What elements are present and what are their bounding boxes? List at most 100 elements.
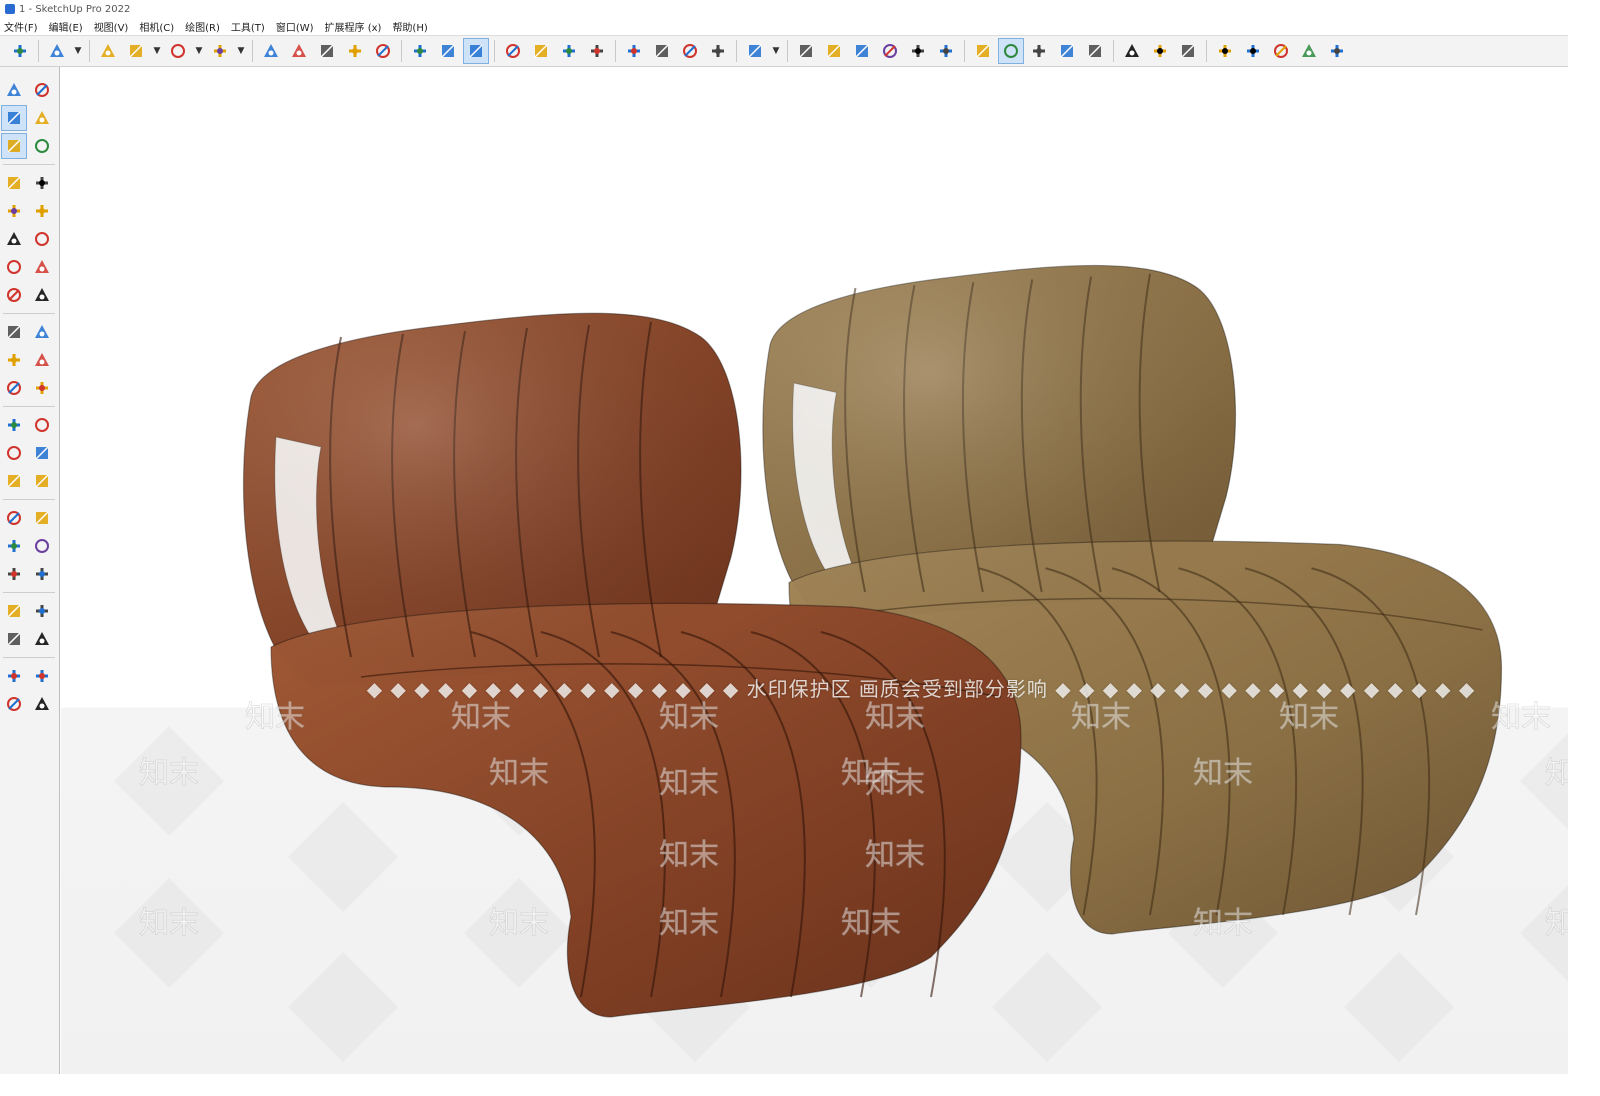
walk-tool[interactable] — [1, 626, 27, 652]
dropdown-arrow-icon[interactable]: ▼ — [72, 38, 84, 64]
layout-button[interactable] — [677, 38, 703, 64]
text-tool[interactable] — [29, 440, 55, 466]
send-to-layout-button[interactable] — [705, 38, 731, 64]
follow-me-tool[interactable] — [29, 347, 55, 373]
extension-tool[interactable] — [29, 663, 55, 689]
menu-extensions[interactable]: 扩展程序 (x) — [325, 19, 382, 34]
scenes-button[interactable] — [1026, 38, 1052, 64]
geo-button[interactable] — [1082, 38, 1108, 64]
tape-measure-tool[interactable] — [1, 412, 27, 438]
send-tool[interactable] — [29, 691, 55, 717]
paint-bucket-button[interactable] — [463, 38, 489, 64]
3d-text-tool[interactable] — [29, 468, 55, 494]
push-pull-button[interactable] — [258, 38, 284, 64]
section-plane-tool[interactable] — [29, 626, 55, 652]
share-button[interactable] — [1240, 38, 1266, 64]
info-button[interactable] — [1268, 38, 1294, 64]
arc-tool[interactable] — [1, 254, 27, 280]
account-button[interactable] — [742, 38, 768, 64]
axes-tool[interactable] — [1, 468, 27, 494]
pan-tool[interactable] — [29, 505, 55, 531]
texture-button[interactable] — [1147, 38, 1173, 64]
push-pull-tool[interactable] — [29, 319, 55, 345]
rectangle-tool[interactable] — [1, 198, 27, 224]
eraser-button[interactable] — [95, 38, 121, 64]
dropdown-arrow-icon[interactable]: ▼ — [235, 38, 247, 64]
zoom-button[interactable] — [7, 38, 33, 64]
add-location-button[interactable] — [1054, 38, 1080, 64]
zoom-window-tool[interactable] — [29, 533, 55, 559]
pan-button[interactable] — [528, 38, 554, 64]
orbit-tool[interactable] — [29, 77, 55, 103]
move-button[interactable] — [314, 38, 340, 64]
zoom-tool[interactable] — [1, 533, 27, 559]
orbit-tool[interactable] — [1, 505, 27, 531]
solid-tools-button[interactable] — [970, 38, 996, 64]
warehouse-button[interactable] — [621, 38, 647, 64]
zoom-extents-tool[interactable] — [1, 561, 27, 587]
menu-tools[interactable]: 工具(T) — [231, 19, 265, 34]
protractor-tool[interactable] — [1, 440, 27, 466]
orbit-button[interactable] — [500, 38, 526, 64]
scale-button[interactable] — [370, 38, 396, 64]
select-tool[interactable] — [1, 77, 27, 103]
dropdown-arrow-icon[interactable]: ▼ — [151, 38, 163, 64]
dropdown-arrow-icon[interactable]: ▼ — [770, 38, 782, 64]
rotate-button[interactable] — [342, 38, 368, 64]
rotated-rectangle-tool[interactable] — [29, 198, 55, 224]
previous-view-tool[interactable] — [29, 561, 55, 587]
menu-file[interactable]: 文件(F) — [4, 19, 38, 34]
pencil-tool[interactable] — [1, 170, 27, 196]
back-view-button[interactable] — [905, 38, 931, 64]
menu-window[interactable]: 窗口(W) — [276, 19, 314, 34]
cart-button[interactable] — [1296, 38, 1322, 64]
layout-tool[interactable] — [1, 691, 27, 717]
front-view-button[interactable] — [849, 38, 875, 64]
menu-camera[interactable]: 相机(C) — [139, 19, 174, 34]
pencil-button[interactable] — [123, 38, 149, 64]
right-view-button[interactable] — [877, 38, 903, 64]
position-camera-tool[interactable] — [1, 598, 27, 624]
follow-me-button[interactable] — [286, 38, 312, 64]
outer-shell-button[interactable] — [998, 38, 1024, 64]
iso-view-button[interactable] — [793, 38, 819, 64]
scale-tool[interactable] — [1, 375, 27, 401]
look-around-tool[interactable] — [29, 598, 55, 624]
menu-help[interactable]: 帮助(H) — [392, 19, 427, 34]
zoom-extents-button[interactable] — [584, 38, 610, 64]
freehand-tool[interactable] — [29, 170, 55, 196]
select-button[interactable] — [44, 38, 70, 64]
circle-tool[interactable] — [1, 226, 27, 252]
menu-view[interactable]: 视图(V) — [94, 19, 129, 34]
photo-texture-button[interactable] — [1119, 38, 1145, 64]
eraser-tool[interactable] — [29, 105, 55, 131]
model-viewport[interactable]: 知末知末知末知末知末知末知末知末知末知末知末知末知末知末知末知末知末知末知末知末… — [61, 67, 1568, 1074]
menu-draw[interactable]: 绘图(R) — [185, 19, 220, 34]
polygon-tool[interactable] — [29, 226, 55, 252]
dropdown-arrow-icon[interactable]: ▼ — [193, 38, 205, 64]
arc-button[interactable] — [165, 38, 191, 64]
warehouse-tool[interactable] — [1, 663, 27, 689]
settings-button[interactable] — [1212, 38, 1238, 64]
text-button[interactable] — [435, 38, 461, 64]
paint-bucket-tool[interactable] — [1, 105, 27, 131]
user-button[interactable] — [1324, 38, 1350, 64]
extension-warehouse-button[interactable] — [649, 38, 675, 64]
rectangle-button[interactable] — [207, 38, 233, 64]
pie-tool[interactable] — [29, 282, 55, 308]
three-point-arc-tool[interactable] — [1, 282, 27, 308]
component-tool[interactable] — [1, 133, 27, 159]
model-scene[interactable]: 知末知末知末知末知末知末知末知末知末知末知末知末知末知末知末知末知末知末知末知末… — [61, 67, 1568, 1074]
two-point-arc-tool[interactable] — [29, 254, 55, 280]
menu-edit[interactable]: 编辑(E) — [49, 19, 83, 34]
tag-tool[interactable] — [29, 133, 55, 159]
offset-tool[interactable] — [29, 375, 55, 401]
rotate-tool[interactable] — [1, 347, 27, 373]
top-view-button[interactable] — [821, 38, 847, 64]
left-view-button[interactable] — [933, 38, 959, 64]
cloud-button[interactable] — [1175, 38, 1201, 64]
dimension-tool[interactable] — [29, 412, 55, 438]
move-tool[interactable] — [1, 319, 27, 345]
zoom-button[interactable] — [556, 38, 582, 64]
tape-measure-button[interactable] — [407, 38, 433, 64]
